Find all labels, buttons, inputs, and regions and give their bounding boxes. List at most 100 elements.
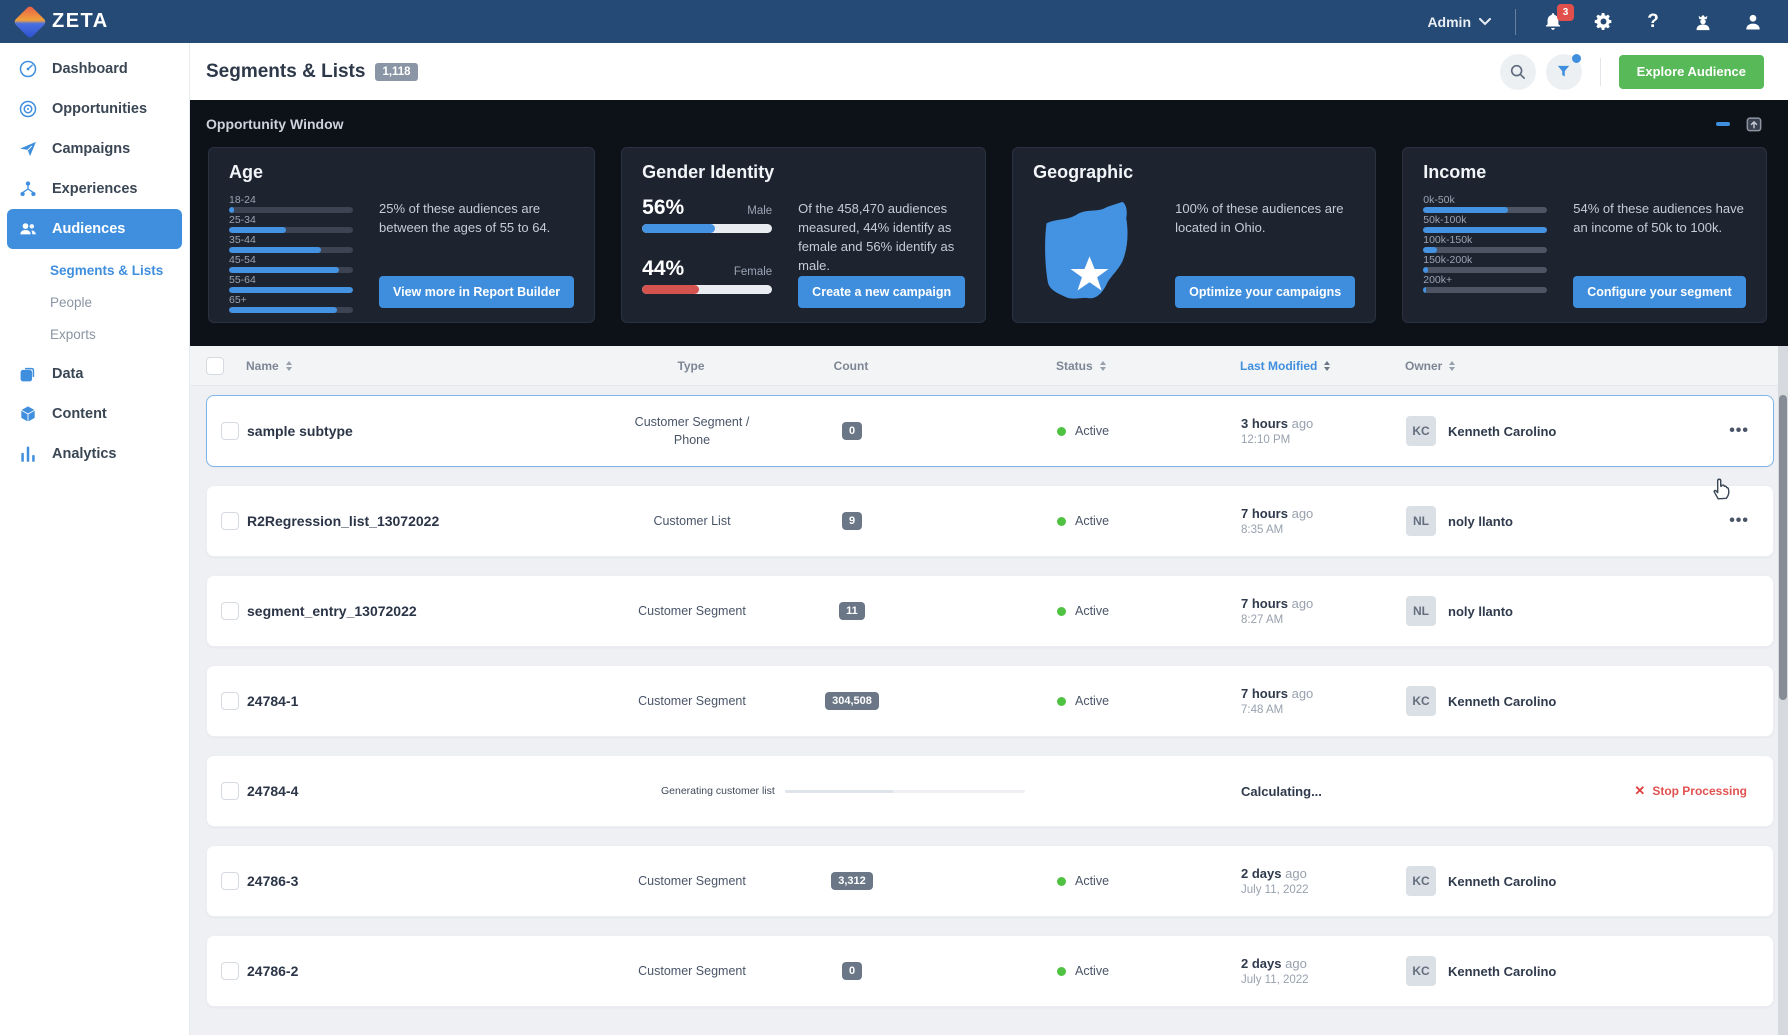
notifications-button[interactable]: 3	[1540, 3, 1574, 35]
admin-user-button[interactable]	[1690, 9, 1716, 35]
income-bar-label: 100k-150k	[1423, 234, 1473, 246]
age-bar-label: 25-34	[229, 214, 256, 226]
female-label: Female	[733, 266, 773, 278]
row-name: segment_entry_13072022	[247, 603, 417, 619]
column-header-name[interactable]: Name	[246, 359, 293, 373]
last-modified: 7 hours ago 8:35 AM	[1241, 506, 1314, 536]
admin-dropdown[interactable]: Admin	[1427, 14, 1491, 30]
row-name: 24784-4	[247, 783, 299, 799]
vertical-scrollbar[interactable]	[1778, 346, 1788, 1035]
female-bar-fill	[642, 285, 700, 294]
x-icon: ✕	[1634, 783, 1646, 798]
column-header-status[interactable]: Status	[1056, 359, 1107, 373]
profile-button[interactable]	[1740, 9, 1766, 35]
last-modified: 7 hours ago 8:27 AM	[1241, 596, 1314, 626]
row-menu-button[interactable]	[1729, 426, 1749, 436]
income-bar-label: 0k-50k	[1423, 194, 1455, 206]
income-bar-fill	[1423, 287, 1426, 293]
row-checkbox[interactable]	[221, 602, 239, 620]
age-bar-track	[229, 307, 353, 313]
table-row[interactable]: 24784-1 Customer Segment 304,508 Active …	[206, 665, 1774, 737]
settings-button[interactable]	[1590, 9, 1616, 35]
gender-card: Gender Identity 56% Male 44% Female Of the…	[621, 147, 987, 323]
configure-segment-button[interactable]: Configure your segment	[1573, 276, 1746, 308]
row-checkbox[interactable]	[221, 962, 239, 980]
table-row[interactable]: R2Regression_list_13072022 Customer List…	[206, 485, 1774, 557]
user-crown-icon	[1696, 14, 1710, 30]
sidebar-subitem-people[interactable]: People	[0, 286, 189, 318]
optimize-campaigns-button[interactable]: Optimize your campaigns	[1175, 276, 1356, 308]
sidebar-item-data[interactable]: Data	[0, 354, 189, 394]
table-row[interactable]: 24786-2 Customer Segment 0 Active 2 days…	[206, 935, 1774, 1007]
column-header-count[interactable]: Count	[834, 359, 869, 373]
male-bar-track	[642, 224, 773, 233]
sidebar-item-audiences[interactable]: Audiences	[7, 209, 182, 249]
income-bar-track	[1423, 287, 1548, 293]
age-bar-label: 45-54	[229, 254, 256, 266]
minimize-icon[interactable]	[1716, 122, 1730, 126]
report-builder-button[interactable]: View more in Report Builder	[379, 276, 575, 308]
row-name: 24786-3	[247, 873, 299, 889]
column-header-owner[interactable]: Owner	[1405, 359, 1456, 373]
table-row[interactable]: sample subtype Customer Segment / Phone …	[206, 395, 1774, 467]
row-menu-button[interactable]	[1729, 516, 1749, 526]
row-checkbox[interactable]	[221, 872, 239, 890]
sidebar-subitem-segments-lists[interactable]: Segments & Lists	[0, 254, 189, 286]
owner-name: noly llanto	[1448, 513, 1513, 529]
sidebar-item-content[interactable]: Content	[0, 394, 189, 434]
row-count-badge: 11	[839, 602, 865, 620]
audiences-submenu: Segments & Lists People Exports	[0, 254, 189, 350]
scrollbar-thumb[interactable]	[1779, 395, 1787, 700]
calculating-label: Calculating...	[1241, 783, 1322, 799]
sort-icon	[1324, 360, 1331, 371]
table-row[interactable]: segment_entry_13072022 Customer Segment …	[206, 575, 1774, 647]
row-checkbox[interactable]	[221, 422, 239, 440]
row-checkbox[interactable]	[221, 782, 239, 800]
sidebar-item-analytics[interactable]: Analytics	[0, 434, 189, 474]
target-icon	[19, 100, 37, 118]
column-header-type[interactable]: Type	[677, 359, 704, 373]
sidebar-item-label: Dashboard	[52, 61, 128, 77]
status-label: Active	[1075, 694, 1110, 708]
popout-icon[interactable]	[1744, 114, 1764, 134]
layers-icon	[20, 367, 35, 382]
filter-funnel-icon	[1558, 65, 1570, 77]
help-button[interactable]: ?	[1640, 9, 1666, 35]
row-type: Customer Segment	[638, 963, 746, 978]
sidebar-item-opportunities[interactable]: Opportunities	[0, 89, 189, 129]
row-type: Customer Segment / Phone	[634, 414, 750, 447]
table-row-generating[interactable]: 24784-4 Generating customer list Calcula…	[206, 755, 1774, 827]
row-name: 24784-1	[247, 693, 299, 709]
column-header-last-modified[interactable]: Last Modified	[1240, 359, 1331, 373]
income-bar-track	[1423, 247, 1548, 253]
sidebar-item-experiences[interactable]: Experiences	[0, 169, 189, 209]
create-campaign-button[interactable]: Create a new campaign	[798, 276, 966, 308]
sidebar-item-label: Experiences	[52, 181, 138, 197]
sidebar-item-label: Data	[52, 366, 84, 382]
opportunity-window-title: Opportunity Window	[206, 116, 344, 132]
row-checkbox[interactable]	[221, 512, 239, 530]
explore-audience-button[interactable]: Explore Audience	[1618, 54, 1764, 89]
row-name: 24786-2	[247, 963, 299, 979]
chevron-down-icon	[1479, 17, 1491, 25]
age-bar-track	[229, 247, 353, 253]
age-card-title: Age	[229, 162, 264, 182]
filter-button[interactable]	[1545, 53, 1582, 90]
age-bar-track	[229, 267, 353, 273]
search-icon	[1510, 64, 1525, 79]
zeta-logo[interactable]: ZETA	[13, 4, 109, 39]
stop-processing-button[interactable]: ✕ Stop Processing	[1634, 783, 1747, 799]
sidebar-item-campaigns[interactable]: Campaigns	[0, 129, 189, 169]
search-button[interactable]	[1499, 53, 1536, 90]
income-bar-track	[1423, 207, 1548, 213]
row-count-badge: 0	[841, 422, 863, 440]
sidebar-item-dashboard[interactable]: Dashboard	[0, 49, 189, 89]
table-row[interactable]: 24786-3 Customer Segment 3,312 Active 2 …	[206, 845, 1774, 917]
select-all-checkbox[interactable]	[206, 356, 224, 375]
income-bar-fill	[1423, 267, 1429, 273]
sidebar-subitem-exports[interactable]: Exports	[0, 318, 189, 350]
owner-avatar: NL	[1406, 596, 1436, 626]
row-checkbox[interactable]	[221, 692, 239, 710]
age-bar-chart: 18-24 25-34 35-44 45-54 55-64 65+	[229, 192, 353, 313]
status-dot	[1057, 516, 1066, 526]
